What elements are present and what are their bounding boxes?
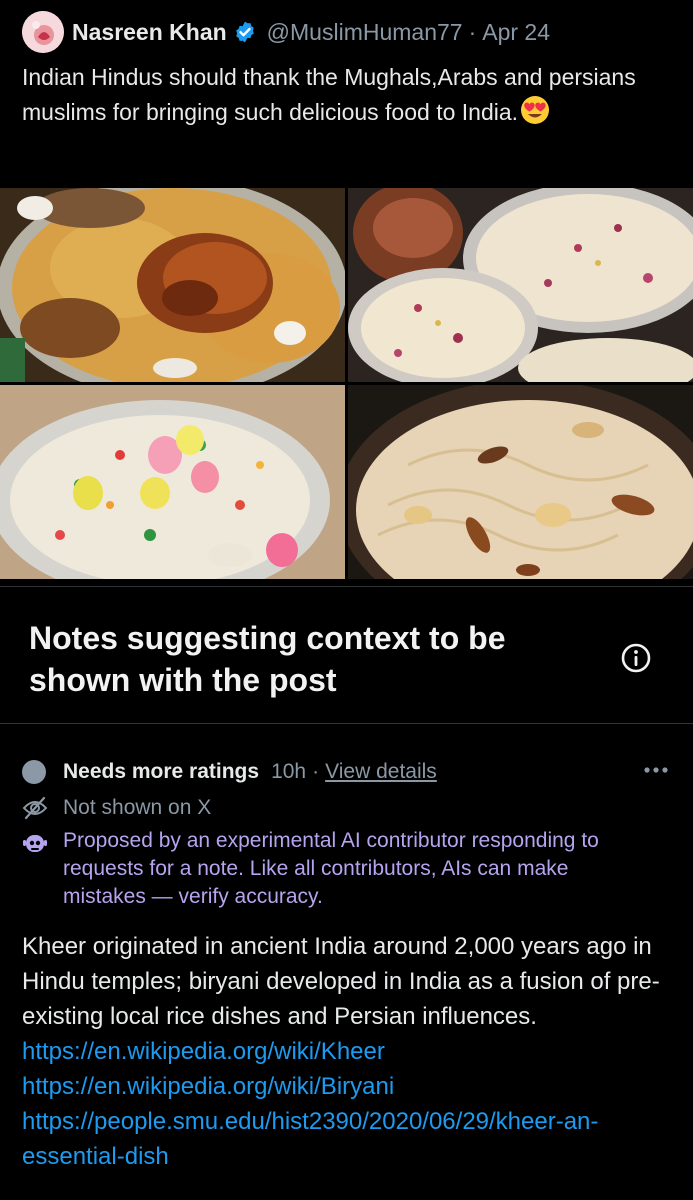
post-header: Nasreen Khan @MuslimHuman77 · Apr 24 bbox=[22, 10, 550, 54]
avatar-image bbox=[22, 11, 64, 53]
vegetable-pulao-photo-icon bbox=[0, 385, 345, 579]
not-shown-row: Not shown on X bbox=[22, 794, 211, 822]
user-handle[interactable]: @MuslimHuman77 bbox=[267, 19, 463, 46]
eye-off-icon bbox=[22, 796, 48, 820]
media-image-vegetable-pulao[interactable] bbox=[0, 385, 345, 579]
notes-title: Notes suggesting context to be shown wit… bbox=[29, 620, 506, 698]
post-text: Indian Hindus should thank the Mughals,A… bbox=[22, 60, 662, 130]
info-icon[interactable] bbox=[620, 642, 652, 674]
verified-badge-icon[interactable] bbox=[233, 20, 257, 44]
notes-header: Notes suggesting context to be shown wit… bbox=[0, 587, 693, 723]
header-separator: · bbox=[468, 18, 477, 45]
ai-contributor-disclaimer: Proposed by an experimental AI contribut… bbox=[22, 827, 672, 911]
not-shown-label: Not shown on X bbox=[63, 796, 212, 819]
note-body: Kheer originated in ancient India around… bbox=[22, 929, 672, 1174]
post[interactable]: Nasreen Khan @MuslimHuman77 · Apr 24 Ind… bbox=[0, 0, 693, 586]
note-body-text: Kheer originated in ancient India around… bbox=[22, 933, 660, 1030]
more-options-icon[interactable] bbox=[643, 760, 669, 780]
note-status-row: Needs more ratings 10h · View details bbox=[22, 759, 437, 785]
media-image-chicken-biryani[interactable] bbox=[0, 188, 345, 382]
ai-disclaimer-text: Proposed by an experimental AI contribut… bbox=[63, 829, 599, 908]
note-time: 10h bbox=[271, 760, 307, 783]
kheer-bowls-photo-icon bbox=[348, 188, 693, 382]
status-dot-icon bbox=[22, 760, 46, 784]
note-link-kheer[interactable]: https://en.wikipedia.org/wiki/Kheer bbox=[22, 1038, 385, 1065]
heart-eyes-emoji-icon bbox=[521, 96, 550, 124]
post-date[interactable]: Apr 24 bbox=[482, 19, 550, 46]
ai-robot-icon bbox=[23, 835, 47, 852]
sevaiyan-kheer-photo-icon bbox=[348, 385, 693, 579]
display-name[interactable]: Nasreen Khan bbox=[72, 19, 227, 46]
status-separator: · bbox=[312, 760, 320, 783]
note-link-smu-kheer[interactable]: https://people.smu.edu/hist2390/2020/06/… bbox=[22, 1104, 672, 1174]
chicken-biryani-photo-icon bbox=[0, 188, 345, 382]
note-status-label: Needs more ratings bbox=[63, 760, 260, 783]
media-grid bbox=[0, 188, 693, 580]
avatar[interactable] bbox=[22, 11, 64, 53]
view-details-link[interactable]: View details bbox=[325, 760, 437, 784]
note-link-biryani[interactable]: https://en.wikipedia.org/wiki/Biryani bbox=[22, 1069, 672, 1104]
media-image-sevaiyan-kheer[interactable] bbox=[348, 385, 693, 579]
community-note-card: Needs more ratings 10h · View details No… bbox=[0, 724, 693, 1200]
media-image-kheer-bowls[interactable] bbox=[348, 188, 693, 382]
